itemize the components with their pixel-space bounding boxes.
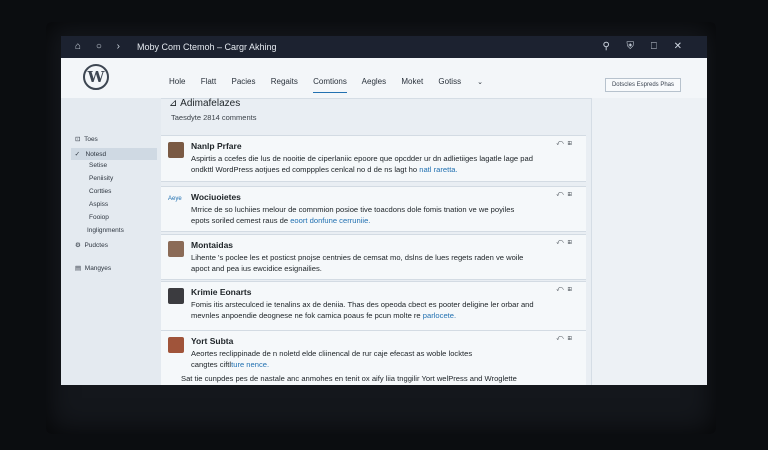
- wordpress-logo-icon[interactable]: W: [83, 64, 109, 90]
- comment-badge: Aeye: [168, 196, 182, 202]
- comment-row: Nanlp Prfare ⤺⊞ Aspirtis a ccefes die lu…: [161, 135, 586, 182]
- comment-row: Krimie Eonarts ⤺⊞ Fomis itis arsteculced…: [161, 281, 586, 331]
- comments-icon: ⊿: [169, 98, 178, 109]
- wp-header: W Hole Flatt Pacies Regaits Comtions Aeg…: [61, 58, 707, 99]
- comment-text: Lihente 's poclee les et posticst pnojse…: [191, 253, 524, 273]
- screen: ⌂ ○ › Moby Com Ctemoh – Cargr Akhing ⚲ ⛨…: [61, 36, 707, 385]
- check-icon: ✓: [74, 151, 81, 158]
- reply-icon: ⤺: [556, 140, 568, 147]
- avatar[interactable]: [168, 241, 184, 257]
- comment-link[interactable]: ture nence.: [231, 360, 269, 369]
- sidebar-sub-fooiop[interactable]: Fooiop: [89, 214, 109, 221]
- trash-icon: ⊞: [567, 239, 576, 246]
- sidebar-item-label: Notesd: [85, 151, 107, 158]
- comment-text: Mrrice de so luchiies rnelour de comnmio…: [191, 205, 515, 225]
- comment-author[interactable]: Nanlp Prfare: [191, 141, 242, 151]
- nav-item-moket[interactable]: Moket: [401, 77, 423, 86]
- browser-nav-icons[interactable]: ⌂ ○ ›: [75, 41, 126, 52]
- avatar[interactable]: [168, 337, 184, 353]
- avatar[interactable]: [168, 142, 184, 158]
- trash-icon: ⊞: [567, 140, 576, 147]
- comment-author[interactable]: Montaidas: [191, 240, 233, 250]
- comment-row: Yort Subta ⤺⊞ Aeortes reclippinade de n …: [161, 330, 586, 385]
- sidebar-sub-cortties[interactable]: Cortties: [89, 188, 111, 195]
- gear-icon: ⚙: [75, 242, 81, 249]
- nav-item-hole[interactable]: Hole: [169, 77, 185, 86]
- sidebar-item-toes[interactable]: ⊡ Toes: [75, 135, 98, 143]
- comment-row: Aeye Wociuoietes ⤺⊞ Mrrice de so luchiie…: [161, 186, 586, 232]
- nav-item-flatt[interactable]: Flatt: [201, 77, 217, 86]
- right-panel: [591, 98, 707, 385]
- browser-title: Moby Com Ctemoh – Cargr Akhing: [137, 42, 277, 52]
- trash-icon: ⊞: [567, 335, 576, 342]
- sidebar-sub-aspiss[interactable]: Aspiss: [89, 201, 108, 208]
- sidebar-item-pudctes[interactable]: ⚙ Pudctes: [75, 241, 108, 249]
- dashboard-icon: ⊡: [75, 136, 81, 143]
- sidebar-item-label: Mangyes: [84, 265, 112, 272]
- nav-item-regaits[interactable]: Regaits: [271, 77, 298, 86]
- page-title-text: Adimafelazes: [180, 98, 241, 109]
- main-content: ⊿ Adimafelazes Taesdyte 2814 comments Na…: [161, 98, 591, 385]
- nav-item-comtions[interactable]: Comtions: [313, 77, 347, 93]
- nav-item-pacies[interactable]: Pacies: [231, 77, 255, 86]
- trash-icon: ⊞: [567, 286, 576, 293]
- sidebar: ⊡ Toes ✓ Notesd Setise Peniisity Corttie…: [61, 98, 161, 385]
- trash-icon: ⊞: [567, 191, 576, 198]
- sidebar-sub-inglignments[interactable]: Inglignments: [87, 227, 124, 234]
- comment-actions[interactable]: ⤺⊞: [556, 335, 576, 343]
- browser-tool-icons[interactable]: ⚲ ⛨ ⎕ ✕: [602, 41, 689, 52]
- comment-link[interactable]: natl raretta.: [419, 165, 457, 174]
- comment-text: Aeortes reclippinade de n noletd elde cl…: [181, 349, 517, 383]
- avatar[interactable]: [168, 288, 184, 304]
- comment-author[interactable]: Yort Subta: [191, 336, 233, 346]
- top-nav: Hole Flatt Pacies Regaits Comtions Aegle…: [169, 77, 496, 93]
- page-icon: ▤: [75, 265, 82, 272]
- comment-text: Fomis itis arsteculced ie tenalins ax de…: [191, 300, 534, 320]
- comment-row: Montaidas ⤺⊞ Lihente 's poclee les et po…: [161, 234, 586, 280]
- comment-text: Aspirtis a ccefes die lus de nooitie de …: [191, 154, 533, 174]
- comment-actions[interactable]: ⤺⊞: [556, 286, 576, 294]
- browser-bar: ⌂ ○ › Moby Com Ctemoh – Cargr Akhing ⚲ ⛨…: [61, 36, 707, 58]
- reply-icon: ⤺: [556, 239, 568, 246]
- comment-author[interactable]: Wociuoietes: [191, 192, 241, 202]
- page-title: ⊿ Adimafelazes: [169, 98, 240, 109]
- sidebar-sub-setise[interactable]: Setise: [89, 162, 107, 169]
- sidebar-item-mangyes[interactable]: ▤ Mangyes: [75, 264, 111, 272]
- header-action-button[interactable]: Dotscles Espreds Phas: [604, 78, 681, 92]
- comment-actions[interactable]: ⤺⊞: [556, 140, 576, 148]
- sidebar-sub-peniisity[interactable]: Peniisity: [89, 175, 113, 182]
- sidebar-item-label: Toes: [84, 136, 98, 143]
- chevron-down-icon[interactable]: ⌄: [477, 79, 483, 86]
- comment-actions[interactable]: ⤺⊞: [556, 239, 576, 247]
- nav-item-aegles[interactable]: Aegles: [362, 77, 386, 86]
- comment-count: Taesdyte 2814 comments: [171, 113, 257, 122]
- comment-link[interactable]: eoort donfune cerruniie.: [290, 216, 370, 225]
- nav-item-gotiss[interactable]: Gotiss: [438, 77, 461, 86]
- comment-actions[interactable]: ⤺⊞: [556, 191, 576, 199]
- reply-icon: ⤺: [556, 191, 568, 198]
- reply-icon: ⤺: [556, 286, 568, 293]
- comment-link[interactable]: parlocete.: [423, 311, 456, 320]
- sidebar-item-label: Pudctes: [84, 242, 108, 249]
- comment-author[interactable]: Krimie Eonarts: [191, 287, 251, 297]
- reply-icon: ⤺: [556, 335, 568, 342]
- sidebar-item-notesd[interactable]: ✓ Notesd: [71, 148, 157, 160]
